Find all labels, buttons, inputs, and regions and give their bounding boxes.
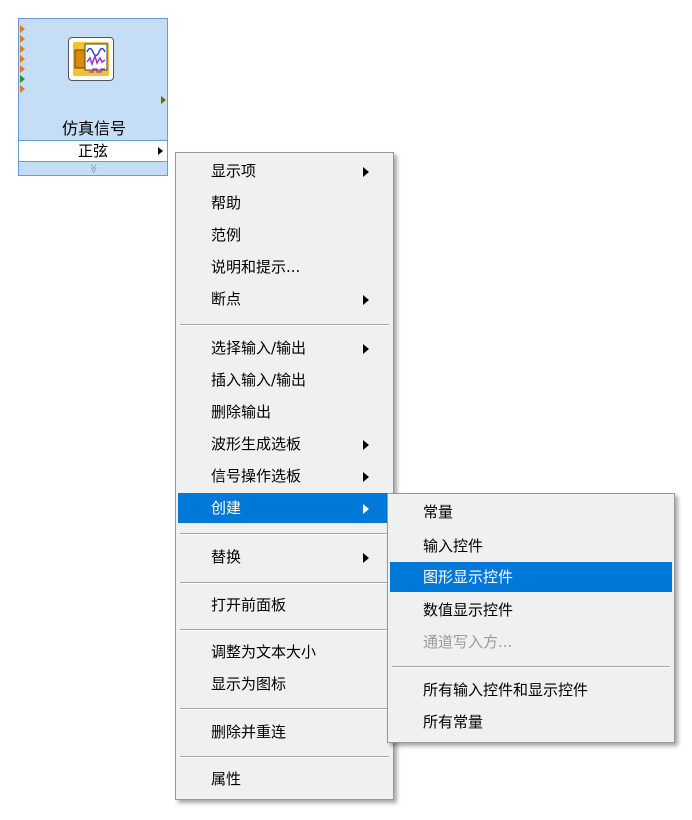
menu-item-label: 选择输入/输出 (211, 339, 307, 357)
submenu-item-numeric-indicator[interactable]: 数值显示控件 (390, 595, 672, 625)
menu-item-size-to-text[interactable]: 调整为文本大小 (178, 637, 391, 667)
submenu-item-all-constants[interactable]: 所有常量 (390, 707, 672, 737)
input-terminal[interactable] (20, 55, 25, 63)
menu-item-label: 显示为图标 (211, 675, 287, 693)
menu-item-label: 创建 (211, 499, 242, 517)
chevron-right-icon (158, 147, 163, 155)
menu-separator (180, 582, 389, 584)
menu-item-label: 说明和提示... (211, 258, 301, 276)
menu-separator (180, 629, 389, 631)
submenu-arrow-icon (363, 440, 369, 450)
signal-generator-icon (73, 42, 109, 76)
input-terminal[interactable] (20, 45, 25, 53)
simulate-signal-node[interactable]: 仿真信号 正弦 ≫ (18, 18, 168, 176)
menu-item-label: 通道写入方... (423, 633, 513, 651)
submenu-arrow-icon (363, 553, 369, 563)
submenu-arrow-icon (363, 344, 369, 354)
create-submenu: 常量 输入控件 图形显示控件 数值显示控件 通道写入方... 所有输入控件和显示… (387, 493, 675, 743)
menu-item-label: 调整为文本大小 (211, 643, 317, 661)
menu-item-label: 显示项 (211, 162, 257, 180)
menu-item-open-front-panel[interactable]: 打开前面板 (178, 590, 391, 620)
input-terminal[interactable] (20, 85, 25, 93)
menu-item-label: 范例 (211, 226, 242, 244)
menu-item-view-as-icon[interactable]: 显示为图标 (178, 669, 391, 699)
menu-item-label: 输入控件 (423, 537, 484, 555)
menu-item-select-io[interactable]: 选择输入/输出 (178, 333, 391, 363)
submenu-item-constant[interactable]: 常量 (390, 497, 672, 527)
node-title: 仿真信号 (61, 119, 126, 138)
menu-separator (180, 324, 389, 326)
submenu-item-control[interactable]: 输入控件 (390, 531, 672, 561)
menu-item-label: 替换 (211, 548, 242, 566)
menu-item-breakpoint[interactable]: 断点 (178, 284, 391, 314)
submenu-arrow-icon (363, 472, 369, 482)
expand-node-handle[interactable]: ≫ (19, 162, 167, 175)
menu-item-label: 所有常量 (423, 713, 484, 731)
menu-item-label: 删除输出 (211, 403, 272, 421)
menu-item-replace[interactable]: 替换 (178, 542, 391, 572)
simulate-signal-icon (68, 37, 114, 81)
menu-item-remove-output[interactable]: 删除输出 (178, 397, 391, 427)
submenu-item-channel-writer: 通道写入方... (390, 627, 672, 657)
menu-separator (392, 666, 670, 668)
menu-item-label: 打开前面板 (211, 596, 287, 614)
menu-item-properties[interactable]: 属性 (178, 764, 391, 794)
menu-item-label: 信号操作选板 (211, 467, 302, 485)
context-menu: 显示项 帮助 范例 说明和提示... 断点 选择输入/输出 插入输入/输出 删除… (175, 152, 394, 800)
input-terminal[interactable] (20, 65, 25, 73)
input-terminal[interactable] (20, 75, 25, 83)
submenu-item-all-controls-indicators[interactable]: 所有输入控件和显示控件 (390, 675, 672, 705)
submenu-arrow-icon (363, 295, 369, 305)
menu-item-visible-items[interactable]: 显示项 (178, 156, 391, 186)
menu-item-label: 插入输入/输出 (211, 371, 307, 389)
output-terminal[interactable] (161, 96, 166, 104)
menu-item-remove-and-rewire[interactable]: 删除并重连 (178, 717, 391, 747)
menu-item-label: 所有输入控件和显示控件 (423, 681, 589, 699)
menu-item-description-tip[interactable]: 说明和提示... (178, 252, 391, 282)
menu-separator (180, 756, 389, 758)
menu-item-waveform-palette[interactable]: 波形生成选板 (178, 429, 391, 459)
menu-separator (180, 533, 389, 535)
menu-separator (180, 708, 389, 710)
double-chevron-down-icon: ≫ (87, 163, 99, 174)
menu-item-help[interactable]: 帮助 (178, 188, 391, 218)
menu-item-signal-ops-palette[interactable]: 信号操作选板 (178, 461, 391, 491)
menu-item-label: 图形显示控件 (423, 568, 514, 586)
menu-item-label: 断点 (211, 290, 242, 308)
menu-item-insert-io[interactable]: 插入输入/输出 (178, 365, 391, 395)
submenu-item-graph-indicator[interactable]: 图形显示控件 (390, 562, 672, 592)
input-terminal[interactable] (20, 35, 25, 43)
menu-item-label: 数值显示控件 (423, 601, 514, 619)
menu-item-label: 属性 (211, 770, 242, 788)
menu-item-label: 波形生成选板 (211, 435, 302, 453)
submenu-arrow-icon (363, 167, 369, 177)
submenu-arrow-icon (363, 504, 369, 514)
signal-type-selector[interactable]: 正弦 (19, 140, 167, 162)
input-terminal[interactable] (20, 25, 25, 33)
menu-item-label: 常量 (423, 503, 454, 521)
menu-item-examples[interactable]: 范例 (178, 220, 391, 250)
menu-item-create[interactable]: 创建 (178, 493, 391, 523)
menu-item-label: 帮助 (211, 194, 242, 212)
menu-item-label: 删除并重连 (211, 723, 287, 741)
signal-type-value: 正弦 (77, 142, 108, 160)
